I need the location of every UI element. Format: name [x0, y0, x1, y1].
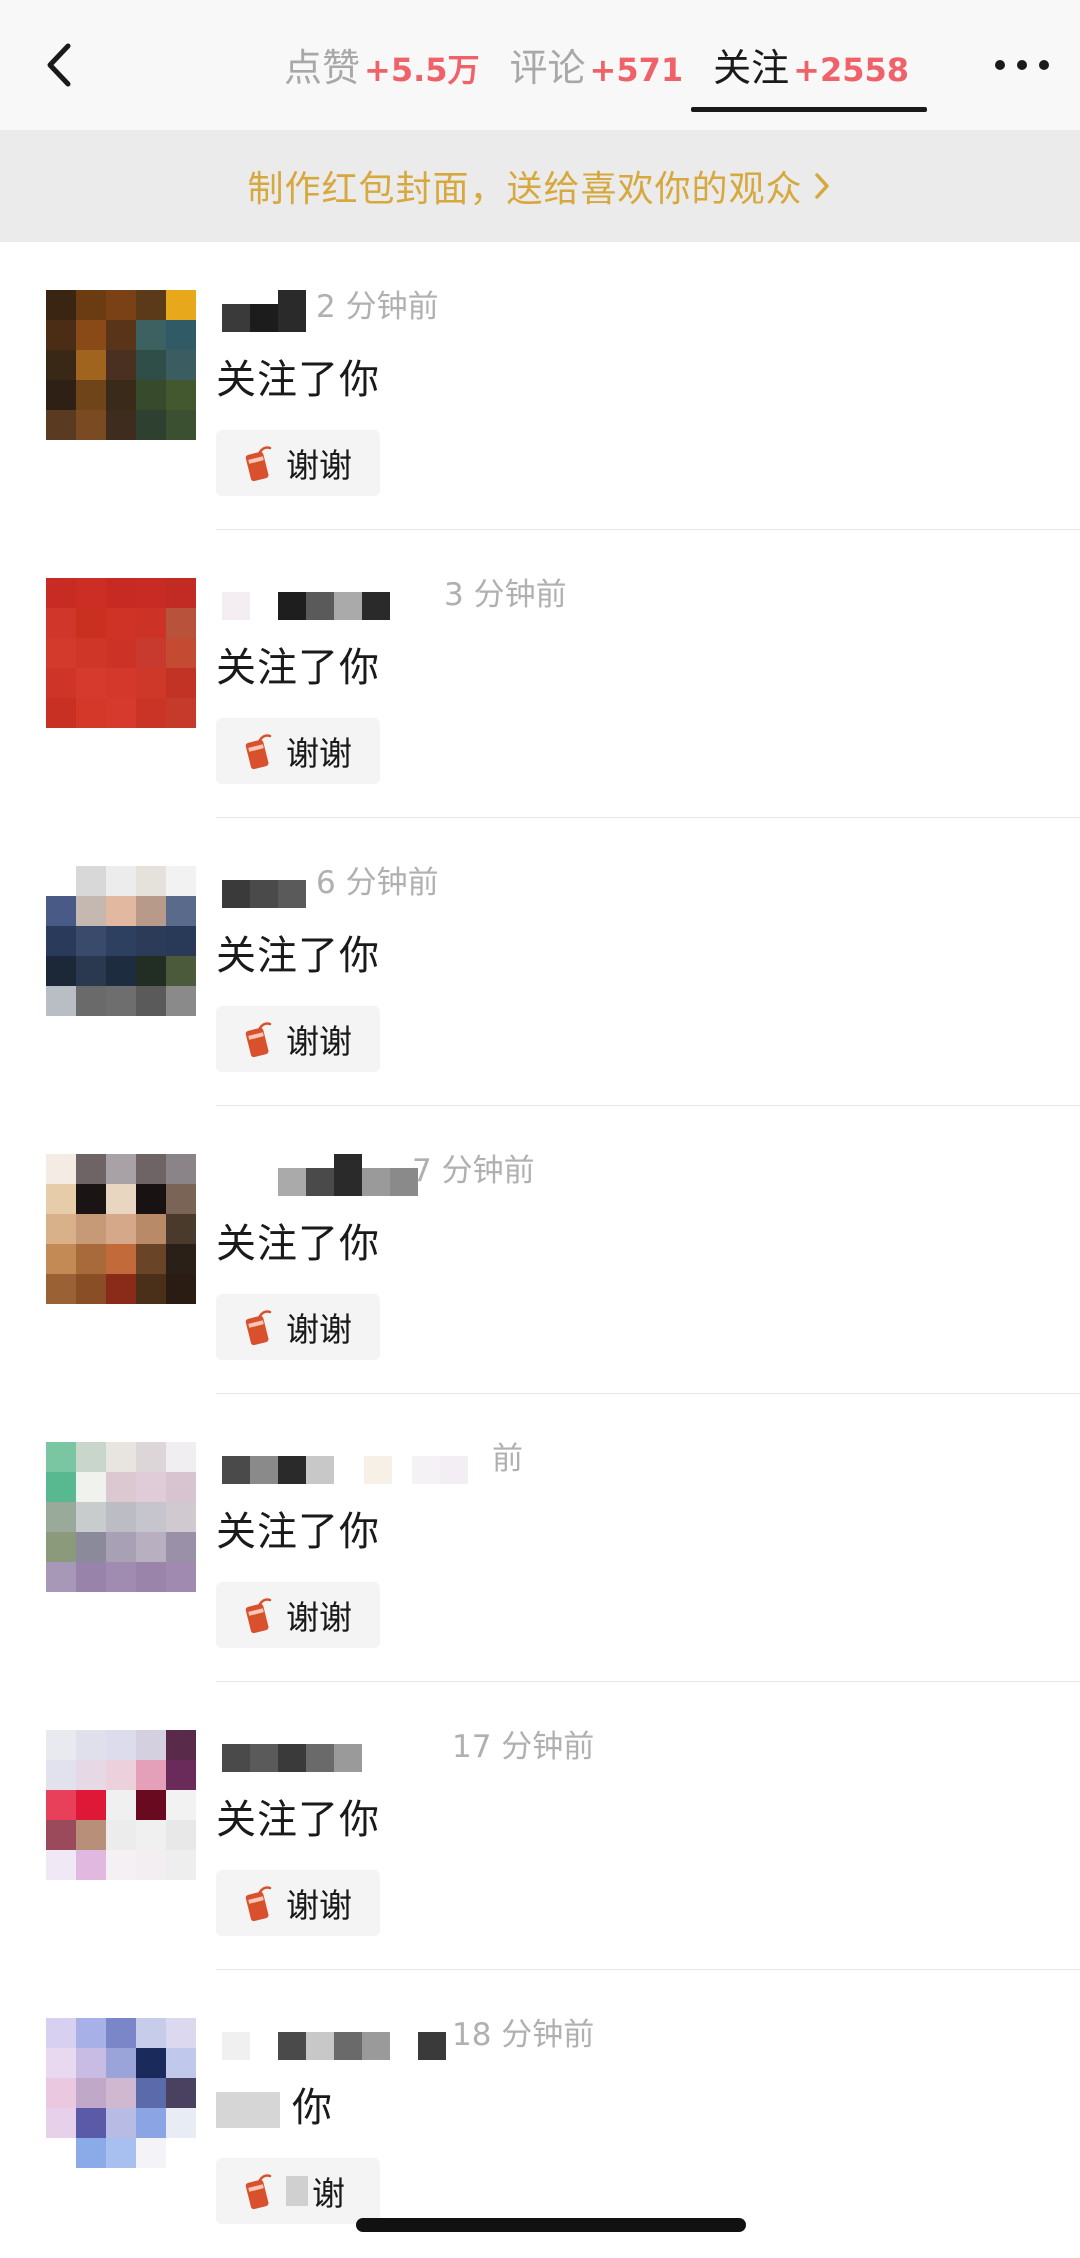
thanks-button-label: 谢谢 [286, 1022, 352, 1061]
back-chevron-icon[interactable] [34, 38, 88, 92]
avatar[interactable] [46, 578, 196, 728]
nickname-mosaic[interactable] [278, 1154, 418, 1196]
notification-message-text: 你 [292, 2085, 333, 2131]
timestamp: 17 分钟前 [452, 1729, 595, 1765]
avatar[interactable] [46, 1154, 196, 1304]
notification-message: 关注了你 [216, 933, 380, 979]
list-item: 6 分钟前 关注了你 谢谢 [0, 818, 1080, 1106]
tab-likes-label: 点赞 [284, 46, 361, 90]
follow-notification-list: 2 分钟前 关注了你 谢谢 3 分钟前 关注了你 谢谢 6 分钟前 关注了你 谢… [0, 242, 1080, 2258]
thanks-button[interactable]: 谢谢 [216, 1006, 380, 1072]
firecracker-icon [245, 1310, 272, 1346]
firecracker-icon [245, 734, 272, 770]
list-item: 2 分钟前 关注了你 谢谢 [0, 242, 1080, 530]
notification-message: 你 [216, 2082, 333, 2134]
thanks-button[interactable]: 谢谢 [216, 1870, 380, 1936]
avatar[interactable] [46, 2018, 196, 2168]
tab-likes[interactable]: 点赞 +5.5万 [280, 38, 484, 100]
timestamp: 2 分钟前 [316, 289, 439, 325]
notification-message: 关注了你 [216, 645, 380, 691]
notification-message: 关注了你 [216, 1797, 380, 1843]
thanks-button-label: 谢谢 [286, 1886, 352, 1925]
tab-follows-label: 关注 [713, 46, 790, 90]
thanks-button[interactable]: 谢谢 [216, 1582, 380, 1648]
list-item: 3 分钟前 关注了你 谢谢 [0, 530, 1080, 818]
thanks-button-label: 谢谢 [286, 1598, 352, 1637]
button-mosaic [286, 2176, 308, 2206]
banner-text: 制作红包封面，送给喜欢你的观众 [247, 169, 803, 210]
list-item: 前 关注了你 谢谢 [0, 1394, 1080, 1682]
timestamp: 前 [492, 1441, 523, 1477]
home-indicator [356, 2218, 746, 2232]
nickname-mosaic[interactable] [222, 290, 306, 332]
nickname-mosaic[interactable] [222, 1442, 468, 1484]
tab-likes-count: +5.5万 [364, 51, 480, 89]
firecracker-icon [245, 1598, 272, 1634]
more-dots-icon[interactable] [992, 50, 1052, 80]
list-item: 18 分钟前 你 谢 [0, 1970, 1080, 2258]
nickname-mosaic[interactable] [222, 578, 390, 620]
avatar[interactable] [46, 290, 196, 440]
tab-comments[interactable]: 评论 +571 [506, 38, 688, 100]
avatar[interactable] [46, 1442, 196, 1592]
tab-comments-label: 评论 [509, 46, 586, 90]
tab-bar: 点赞 +5.5万 评论 +571 关注 +2558 [280, 38, 927, 112]
thanks-button-label: 谢 [312, 2174, 345, 2213]
chevron-right-icon [814, 173, 829, 199]
thanks-button[interactable]: 谢谢 [216, 430, 380, 496]
tab-follows-count: +2558 [793, 51, 910, 89]
timestamp: 18 分钟前 [452, 2017, 595, 2053]
top-nav-bar: 点赞 +5.5万 评论 +571 关注 +2558 [0, 0, 1080, 130]
notification-message: 关注了你 [216, 357, 380, 403]
timestamp: 7 分钟前 [412, 1153, 535, 1189]
tab-follows[interactable]: 关注 +2558 [691, 38, 927, 112]
thanks-button-label: 谢谢 [286, 446, 352, 485]
nickname-mosaic[interactable] [222, 866, 306, 908]
thanks-button-label: 谢谢 [286, 1310, 352, 1349]
list-item: 7 分钟前 关注了你 谢谢 [0, 1106, 1080, 1394]
nickname-mosaic[interactable] [222, 2018, 446, 2060]
thanks-button-label: 谢谢 [286, 734, 352, 773]
firecracker-icon [245, 446, 272, 482]
thanks-button[interactable]: 谢谢 [216, 1294, 380, 1360]
thanks-button[interactable]: 谢 [216, 2158, 380, 2224]
message-mosaic [216, 2092, 280, 2128]
list-item: 17 分钟前 关注了你 谢谢 [0, 1682, 1080, 1970]
avatar[interactable] [46, 866, 196, 1016]
firecracker-icon [245, 2174, 272, 2210]
thanks-button[interactable]: 谢谢 [216, 718, 380, 784]
notification-message: 关注了你 [216, 1509, 380, 1555]
timestamp: 3 分钟前 [444, 577, 567, 613]
notification-message: 关注了你 [216, 1221, 380, 1267]
red-envelope-cover-banner[interactable]: 制作红包封面，送给喜欢你的观众 [0, 130, 1080, 242]
firecracker-icon [245, 1886, 272, 1922]
tab-comments-count: +571 [589, 51, 684, 89]
avatar[interactable] [46, 1730, 196, 1880]
firecracker-icon [245, 1022, 272, 1058]
timestamp: 6 分钟前 [316, 865, 439, 901]
nickname-mosaic[interactable] [222, 1730, 362, 1772]
